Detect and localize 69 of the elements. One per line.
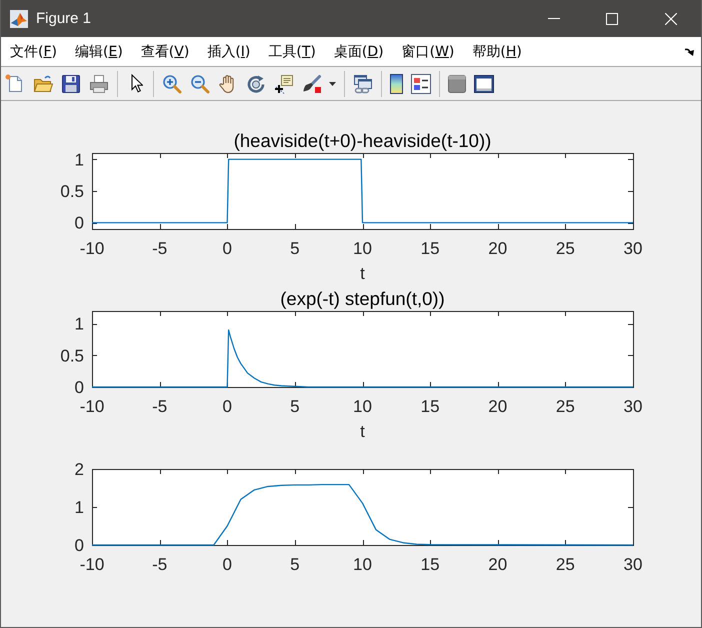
y-tick-label: 1 [74,150,84,170]
x-tick-label: 5 [290,397,300,416]
x-tick-label: 25 [556,397,575,416]
window-layout-icon[interactable] [474,74,494,92]
x-tick-label: 25 [556,555,575,574]
x-tick-label: 20 [488,555,508,574]
app-logo-icon [10,10,28,28]
dock-arrow-icon[interactable] [685,48,694,56]
data-tip-icon[interactable] [274,74,294,94]
y-tick-label: 0.5 [60,346,84,366]
x-tick-label: 20 [488,397,508,416]
x-tick-label: 25 [556,239,575,258]
open-folder-icon[interactable] [33,74,53,94]
menu-item[interactable]: 查看(V) [132,42,198,60]
colorbar-icon[interactable] [390,74,403,94]
x-tick-label: 30 [624,239,642,258]
x-tick-label: -10 [80,239,104,258]
menu-item[interactable]: 窗口(W) [392,42,464,60]
menu-item[interactable]: 插入(I) [198,42,260,60]
menu-item[interactable]: 桌面(D) [324,42,393,60]
maximize-icon[interactable] [606,12,618,24]
x-tick-label: -5 [152,239,168,258]
y-tick-label: 2 [74,460,84,479]
window-title: Figure 1 [36,10,92,27]
rotate-icon[interactable] [246,74,266,94]
save-icon[interactable] [61,74,81,94]
x-tick-label: 0 [222,397,232,416]
x-tick-label: -5 [152,397,168,416]
x-tick-label: 10 [353,239,372,258]
x-tick-label: -10 [80,397,104,416]
linked-windows-icon[interactable] [353,74,373,94]
menu-item[interactable]: 编辑(E) [66,42,132,60]
menu-item[interactable]: 工具(T) [259,42,325,60]
x-tick-label: 20 [488,239,508,258]
x-tick-label: 15 [420,397,440,416]
cursor-arrow-icon[interactable] [131,74,143,93]
brush-icon[interactable] [302,74,322,94]
chart-title: (heaviside(t+0)-heaviside(t-10)) [234,130,492,151]
y-tick-label: 0.5 [60,182,84,201]
x-tick-label: 30 [624,397,642,416]
x-tick-label: 5 [290,239,300,258]
x-tick-label: 10 [353,555,372,574]
axis-label: t [360,422,365,441]
x-tick-label: 0 [222,555,232,574]
x-tick-label: 15 [420,555,440,574]
x-tick-label: 30 [624,555,642,574]
x-tick-label: 0 [222,239,232,258]
zoom-in-icon[interactable] [162,74,182,94]
axis-label: t [360,264,365,283]
x-tick-label: 5 [290,555,300,574]
y-tick-label: 0 [74,378,84,397]
x-tick-label: 10 [353,397,372,416]
y-tick-label: 1 [74,498,84,517]
legend-icon[interactable] [411,74,431,94]
y-tick-label: 0 [74,214,84,233]
panel-icon[interactable] [448,74,466,92]
y-tick-label: 0 [74,536,84,555]
x-tick-label: 15 [420,239,440,258]
chart-title: (exp(-t) stepfun(t,0)) [280,288,445,309]
caret-icon[interactable] [329,82,336,86]
close-icon[interactable] [665,12,677,24]
printer-icon[interactable] [89,74,109,94]
x-tick-label: -5 [152,555,168,574]
y-tick-label: 1 [74,314,84,334]
menu-item[interactable]: 帮助(H) [463,42,531,60]
zoom-out-icon[interactable] [190,74,210,94]
new-document-icon[interactable] [5,74,25,94]
menu-item[interactable]: 文件(F) [1,42,66,60]
x-tick-label: -10 [80,555,104,574]
